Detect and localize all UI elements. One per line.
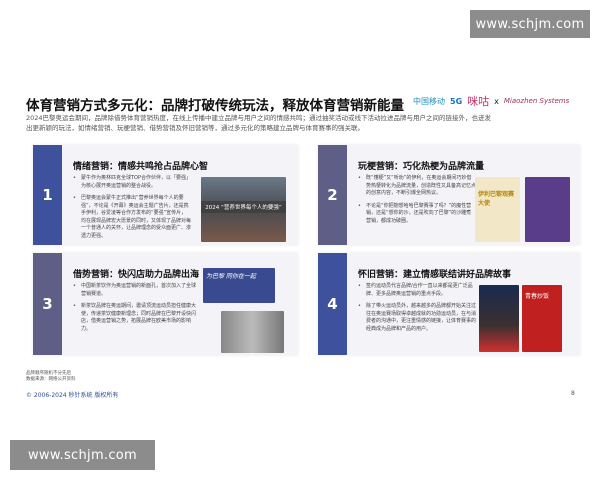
- card-number: 2: [318, 145, 347, 245]
- bullet: 巴黎奥运会蒙牛正式推出“营养世界每个人的要强”，不论是《开幕》奥运会主题广告片，…: [73, 195, 191, 240]
- card-leverage-marketing: 3 借势营销：快闪店助力品牌出海 中国新茶饮作为奥运营销的新面孔，首次加入了全球…: [33, 253, 298, 355]
- card-title: 怀旧营销：建立情感联结讲好品牌故事: [358, 270, 512, 280]
- image-caption: 2024 “营养世界每个人的要强”: [201, 201, 286, 213]
- bullet: 新茶饮品牌在奥运期间，邀请顶流运动员担任健康大使，传递茶饮健康新理念；同时品牌在…: [73, 303, 198, 333]
- red-poster: 青春炒饭: [522, 285, 562, 352]
- miaozhen-logo: Miaozhen Systems: [503, 96, 570, 105]
- campaign-photo: 2024 “营养世界每个人的要强”: [201, 177, 286, 242]
- times-sign: x: [494, 96, 499, 106]
- copyright: © 2006-2024 秒针系统 版权所有: [26, 392, 119, 399]
- card-number: 1: [33, 145, 62, 245]
- yili-poster: 伊利巴黎观赛大使: [475, 177, 520, 242]
- page-number: 8: [571, 390, 575, 397]
- card-meme-marketing: 2 玩梗营销：巧化热梗为品牌流量 既“懂梗”又“听劝”的伊利，在奥运会期间巧妙借…: [318, 145, 580, 245]
- card-number: 3: [33, 253, 62, 355]
- bullet: 蒙牛作为奥林匹克全球TOP合作伙伴，以「要强」为核心展开奥运营销的整合战役。: [73, 175, 191, 190]
- bullet: 签约运动员代言品牌/合作一直以来都是更广泛品牌、更多品牌奥运营销的重点手段。: [358, 283, 476, 298]
- yili-poster-purple: [525, 177, 570, 242]
- bullet: 既“懂梗”又“听劝”的伊利，在奥运会期间巧妙借势热梗转化为品牌流量，创造既性又具…: [358, 175, 476, 198]
- card-title: 借势营销：快闪店助力品牌出海: [73, 270, 200, 280]
- china-mobile-logo: 中国移动: [413, 96, 445, 106]
- card-nostalgia-marketing: 4 怀旧营销：建立情感联结讲好品牌故事 签约运动员代言品牌/合作一直以来都是更广…: [318, 253, 580, 355]
- bullet: 除了带火运动员外，越来越多的品牌都开始关注过往在奥运赛场取得卓越成就的功勋运动员…: [358, 303, 476, 333]
- popup-store-photos: [221, 311, 284, 353]
- card-emotion-marketing: 1 情绪营销：情感共鸣抢占品牌心智 蒙牛作为奥林匹克全球TOP合作伙伴，以「要强…: [33, 145, 298, 245]
- partner-logos: 中国移动 5G 咪咕 x Miaozhen Systems: [413, 93, 569, 109]
- footnote: 品牌顺序随机不分先后 数据来源：网络公开资料: [26, 371, 76, 383]
- footnote-line: 数据来源：网络公开资料: [26, 377, 76, 382]
- page-title: 体育营销方式多元化：品牌打破传统玩法，释放体育营销新能量: [26, 98, 404, 114]
- watermark: www.schjm.com: [10, 440, 155, 470]
- athlete-poster: [479, 285, 519, 352]
- bullet: 不论是“你把匏想哈哈巴黎赛事了吗？”的魔性营销，还是“想你的沙，还是吹向了巴黎”…: [358, 203, 476, 226]
- card-title: 情绪营销：情感共鸣抢占品牌心智: [73, 162, 209, 172]
- bullet: 中国新茶饮作为奥运营销的新面孔，首次加入了全球营销赛道。: [73, 283, 198, 298]
- intro-text: 2024巴黎奥运会期间，品牌除借势体育营销热度，在线上传播中建立品牌与用户之间的…: [26, 114, 492, 132]
- campaign-banner: 为巴黎 同你在一起: [203, 268, 275, 303]
- 5g-logo: 5G: [450, 96, 463, 106]
- migu-logo: 咪咕: [467, 95, 490, 108]
- card-title: 玩梗营销：巧化热梗为品牌流量: [358, 162, 485, 172]
- card-number: 4: [318, 253, 347, 355]
- watermark: www.schjm.com: [470, 10, 590, 38]
